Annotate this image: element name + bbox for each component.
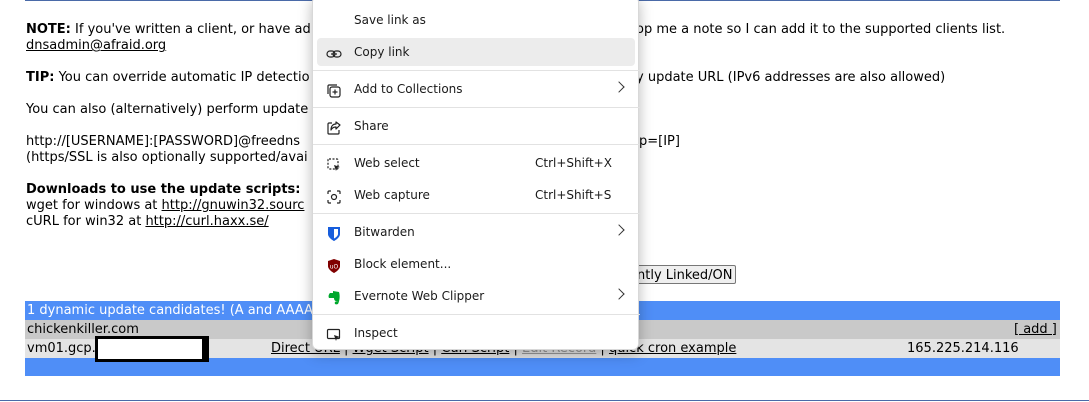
curl-prefix: cURL for win32 at (26, 214, 146, 229)
menu-item-copy-link[interactable]: Copy link (317, 38, 635, 66)
collections-icon (326, 81, 342, 98)
linked-toggle-button[interactable]: ently Linked/ON (624, 265, 736, 284)
downloads-heading: Downloads to use the update scripts: (26, 182, 301, 198)
note-text: If you've written a client, or have ad (75, 22, 311, 37)
menu-item-label: Share (354, 119, 389, 133)
note-line: NOTE: If you've written a client, or hav… (26, 22, 311, 38)
menu-item-label: Inspect (354, 326, 398, 340)
share-icon (326, 118, 342, 135)
menu-item-share[interactable]: Share (317, 112, 635, 140)
entry-host: vm01.gcp. (27, 341, 96, 356)
note-label: NOTE: (26, 22, 71, 37)
menu-separator (313, 314, 640, 315)
tip-label: TIP: (26, 70, 55, 85)
add-link[interactable]: [ add ] (1014, 320, 1057, 339)
note-line-right: op me a note so I can add it to the supp… (636, 22, 1006, 37)
tip-line-right: y update URL (IPv6 addresses are also al… (636, 70, 946, 85)
entry-ip: 165.225.214.116 (907, 341, 1019, 356)
menu-item-shortcut: Ctrl+Shift+X (535, 156, 612, 170)
wget-link[interactable]: http://gnuwin32.sourc (162, 198, 305, 213)
tip-text: You can override automatic IP detectio (58, 70, 310, 85)
chevron-right-icon (613, 81, 625, 93)
ssl-line: (https/SSL is also optionally supported/… (26, 150, 308, 165)
url-line-right: p=[IP] (639, 134, 680, 149)
web-select-icon (326, 155, 342, 171)
bitwarden-icon (326, 224, 342, 241)
menu-separator (313, 107, 640, 108)
menu-item-add-to-collections[interactable]: Add to Collections (317, 75, 635, 103)
wget-line: wget for windows at http://gnuwin32.sour… (26, 198, 304, 214)
url-line: http://[USERNAME]:[PASSWORD]@freedns (26, 134, 300, 149)
menu-item-label: Block element... (354, 257, 452, 271)
ublock-icon: uO (326, 256, 342, 273)
note-email-line: dnsadmin@afraid.org (26, 38, 166, 54)
bottom-divider (0, 400, 1089, 401)
wget-prefix: wget for windows at (26, 198, 162, 213)
menu-item-web-capture[interactable]: Web capture Ctrl+Shift+S (317, 181, 635, 209)
menu-item-label: Bitwarden (354, 225, 415, 239)
curl-line: cURL for win32 at http://curl.haxx.se/ (26, 214, 269, 230)
menu-item-web-select[interactable]: Web select Ctrl+Shift+X (317, 149, 635, 177)
menu-item-label: Save link as (354, 13, 426, 27)
menu-item-evernote[interactable]: Evernote Web Clipper (317, 282, 635, 310)
chevron-right-icon (613, 288, 625, 300)
menu-separator (313, 70, 640, 71)
menu-item-label: Add to Collections (354, 82, 463, 96)
downloads-label: Downloads to use the update scripts: (26, 182, 301, 197)
menu-item-bitwarden[interactable]: Bitwarden (317, 218, 635, 246)
web-capture-icon (326, 187, 342, 204)
svg-text:uO: uO (330, 264, 339, 271)
menu-item-inspect[interactable]: Inspect (317, 319, 635, 347)
table-header-text: 1 dynamic update candidates! (A and AAAA (27, 303, 314, 318)
menu-item-label: Copy link (354, 45, 410, 59)
chevron-right-icon (613, 224, 625, 236)
redaction-box (95, 336, 209, 362)
link-icon (326, 44, 342, 60)
tip-line: TIP: You can override automatic IP detec… (26, 70, 310, 86)
menu-item-shortcut: Ctrl+Shift+S (535, 188, 612, 202)
evernote-icon (326, 288, 342, 305)
email-link[interactable]: dnsadmin@afraid.org (26, 38, 166, 53)
menu-separator (313, 213, 640, 214)
menu-item-label: Evernote Web Clipper (354, 289, 485, 303)
menu-item-label: Web select (354, 156, 420, 170)
curl-link[interactable]: http://curl.haxx.se/ (145, 214, 268, 229)
menu-item-save-link-as[interactable]: Save link as (317, 6, 635, 34)
context-menu: Save link as Copy link Add to Collection… (312, 0, 640, 350)
inspect-icon (326, 325, 342, 341)
also-line: You can also (alternatively) perform upd… (26, 102, 309, 117)
menu-separator (313, 144, 640, 145)
menu-item-label: Web capture (354, 188, 430, 202)
menu-item-block-element[interactable]: uO Block element... (317, 250, 635, 278)
